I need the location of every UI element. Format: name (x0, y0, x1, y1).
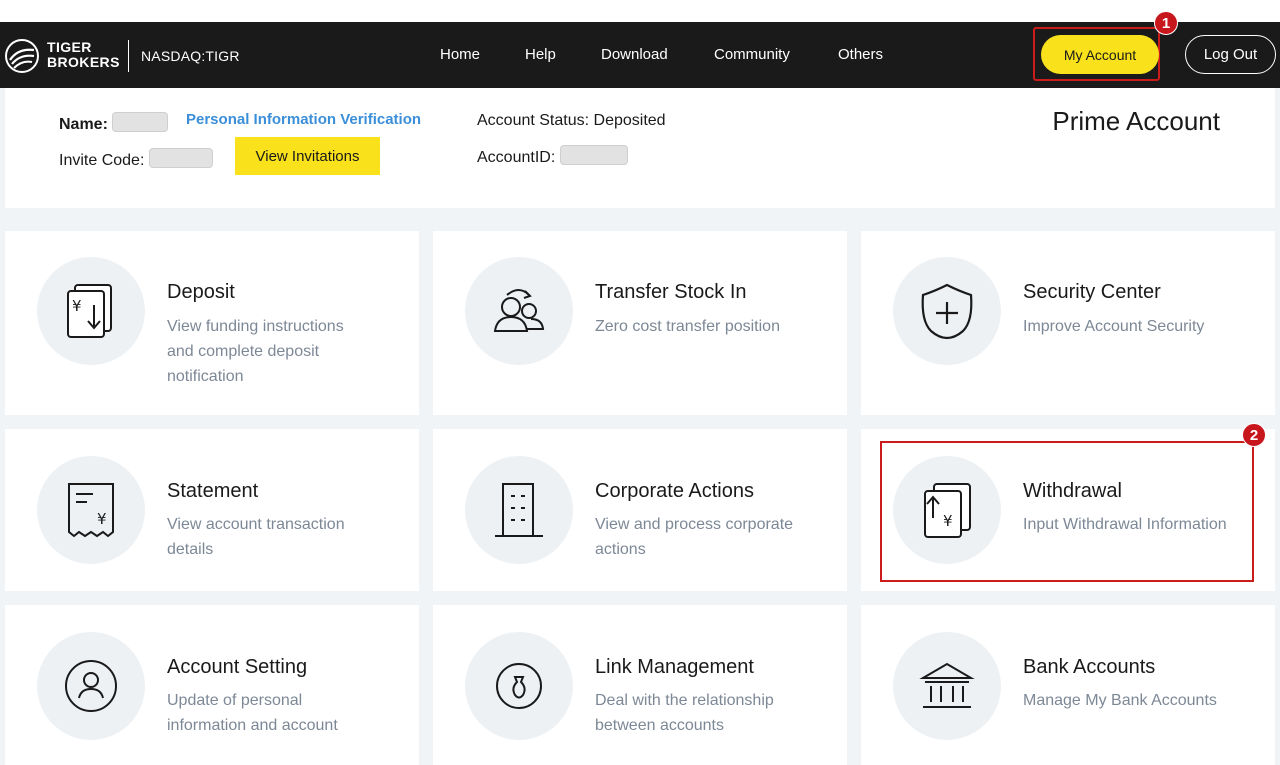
card-security-center[interactable]: Security Center Improve Account Security (861, 231, 1275, 415)
bank-icon (919, 662, 975, 708)
ticker-label: NASDAQ:TIGR (141, 48, 240, 64)
receipt-icon-circle: ¥ (37, 456, 145, 564)
svg-text:¥: ¥ (72, 297, 82, 315)
card-description: View and process corporate actions (595, 516, 794, 558)
top-navbar: TIGER BROKERS NASDAQ:TIGR Home Help Down… (0, 22, 1280, 88)
brand-name: TIGER BROKERS (47, 39, 120, 70)
step-badge-1: 1 (1154, 11, 1178, 35)
card-description: Zero cost transfer position (595, 318, 780, 335)
card-description: View account transaction details (167, 516, 345, 558)
logout-button[interactable]: Log Out (1185, 35, 1276, 74)
receipt-icon: ¥ (68, 483, 114, 538)
nav-help[interactable]: Help (525, 46, 556, 63)
card-description: Improve Account Security (1023, 318, 1205, 335)
tiger-logo-icon[interactable] (4, 38, 40, 74)
card-title: Transfer Stock In (595, 281, 747, 303)
nav-others[interactable]: Others (838, 46, 883, 63)
transfer-icon-circle (465, 257, 573, 365)
transfer-icon (493, 289, 545, 332)
card-title: Statement (167, 480, 259, 502)
card-title: Bank Accounts (1023, 656, 1156, 678)
card-title: Account Setting (167, 656, 308, 678)
top-strip (0, 0, 1280, 22)
invite-code-redacted (148, 148, 213, 168)
deposit-icon: ¥ (67, 284, 112, 338)
step-badge-2: 2 (1242, 423, 1266, 447)
name-value-redacted (112, 112, 169, 132)
card-link-management[interactable]: Link Management Deal with the relationsh… (433, 605, 847, 765)
building-icon (495, 483, 543, 537)
account-status: Account Status: Deposited (477, 112, 666, 129)
svg-text:¥: ¥ (97, 510, 107, 528)
user-icon-circle (37, 632, 145, 740)
invite-code-label: Invite Code: (59, 148, 213, 170)
card-bank-accounts[interactable]: Bank Accounts Manage My Bank Accounts (861, 605, 1275, 765)
view-invitations-button[interactable]: View Invitations (235, 137, 380, 175)
my-account-button[interactable]: My Account (1041, 35, 1159, 74)
card-title: Link Management (595, 656, 754, 678)
building-icon-circle (465, 456, 573, 564)
brand-divider (128, 40, 129, 72)
card-title: Deposit (167, 281, 235, 303)
link-icon-circle (465, 632, 573, 740)
card-transfer-stock-in[interactable]: Transfer Stock In Zero cost transfer pos… (433, 231, 847, 415)
link-icon (496, 663, 542, 709)
nav-download[interactable]: Download (601, 46, 668, 63)
card-description: Manage My Bank Accounts (1023, 692, 1217, 709)
card-deposit[interactable]: ¥ Deposit View funding instructions and c… (5, 231, 419, 415)
card-withdrawal[interactable]: ¥ Withdrawal Input Withdrawal Informatio… (861, 429, 1275, 591)
card-title: Corporate Actions (595, 480, 754, 502)
account-info-panel: Name: Personal Information Verification … (5, 88, 1275, 208)
bank-icon-circle (893, 632, 1001, 740)
card-title: Withdrawal (1023, 480, 1122, 502)
card-corporate-actions[interactable]: Corporate Actions View and process corpo… (433, 429, 847, 591)
withdraw-icon-circle: ¥ (893, 456, 1001, 564)
card-statement[interactable]: ¥ Statement View account transaction deta… (5, 429, 419, 591)
deposit-icon-circle: ¥ (37, 257, 145, 365)
svg-text:¥: ¥ (943, 512, 953, 530)
nav-home[interactable]: Home (440, 46, 480, 63)
card-description: Input Withdrawal Information (1023, 516, 1227, 533)
card-description: Update of personal information and accoun… (167, 692, 338, 734)
nav-community[interactable]: Community (714, 46, 790, 63)
card-description: Deal with the relationship between accoun… (595, 692, 774, 734)
shield-icon-circle (893, 257, 1001, 365)
card-account-setting[interactable]: Account Setting Update of personal inform… (5, 605, 419, 765)
account-id-label: AccountID: (477, 145, 628, 167)
name-label: Name: (59, 112, 169, 134)
user-circle-icon (65, 660, 117, 712)
card-description: View funding instructions and complete de… (167, 318, 344, 385)
card-title: Security Center (1023, 281, 1161, 303)
account-type-title: Prime Account (1052, 106, 1220, 136)
withdraw-icon: ¥ (924, 483, 971, 538)
shield-plus-icon (921, 283, 973, 340)
account-id-redacted (559, 145, 628, 165)
personal-info-verification-link[interactable]: Personal Information Verification (186, 111, 421, 128)
